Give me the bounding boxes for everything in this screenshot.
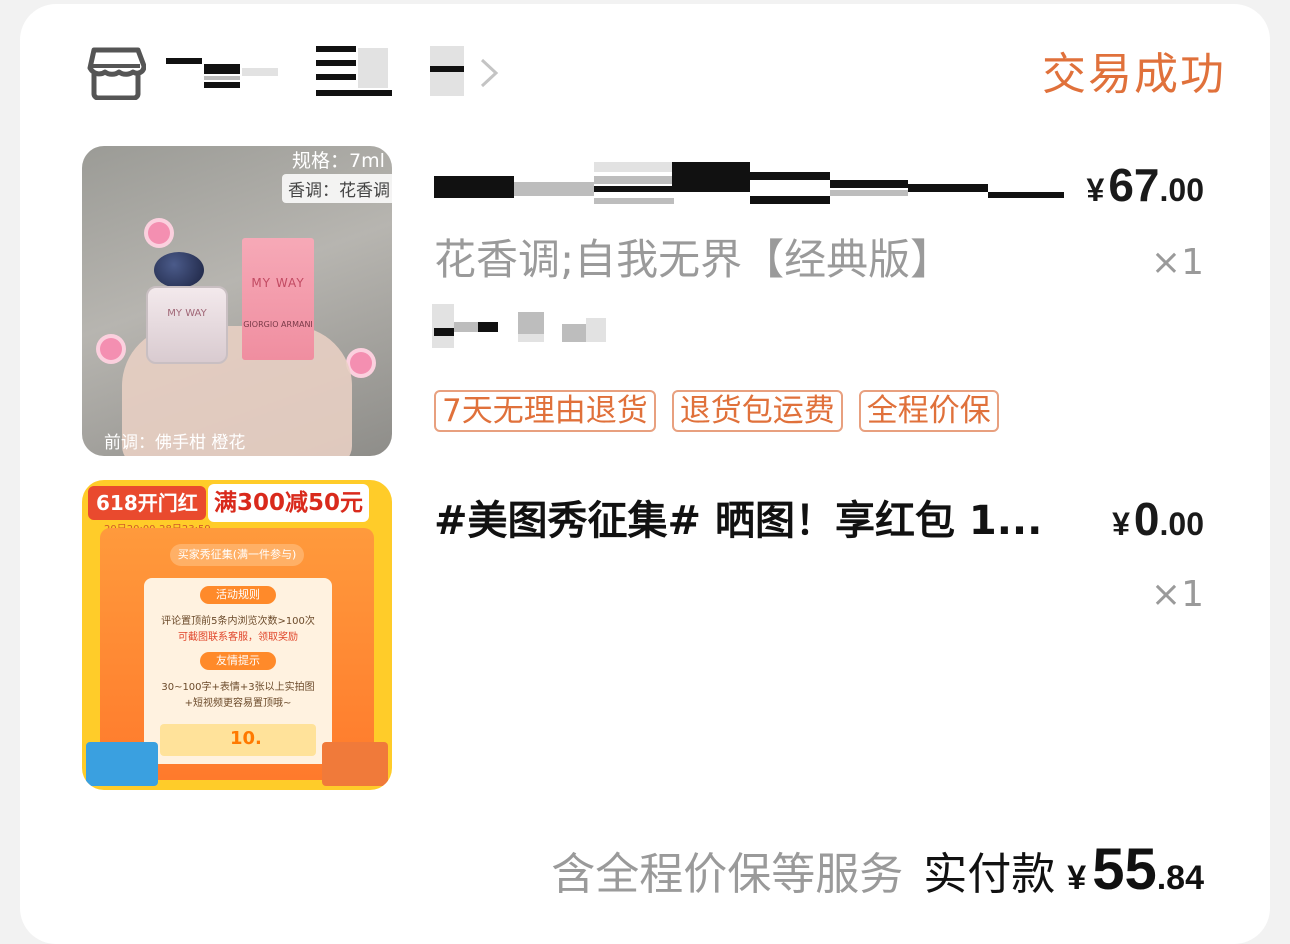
thumb-note-text: 前调：佛手柑 橙花 — [104, 433, 246, 453]
perfume-box-image: MY WAY GIORGIO ARMANI — [242, 238, 314, 360]
item-price: ¥67.00 — [1086, 159, 1204, 211]
item-quantity: ×1 — [1150, 574, 1204, 615]
tag-return-shipping: 退货包运费 — [671, 390, 843, 432]
promo-coupon: 10. — [160, 724, 316, 756]
item-spec: 花香调;自我无界【经典版】 — [434, 235, 953, 284]
promo-banner-discount: 满300减50元 — [208, 484, 370, 522]
tip-line: 30~100字+表情+3张以上实拍图 — [161, 682, 315, 693]
paid-label: 实付款 — [923, 849, 1056, 900]
product-thumbnail-perfume[interactable]: 规格：7ml 香调：花香调 MY WAY GIORGIO ARMANI MY W… — [82, 146, 392, 456]
tip-line: +短视频更容易置顶哦~ — [184, 698, 292, 709]
promo-chip: 买家秀征集(满一件参与) — [170, 544, 304, 566]
flower-sticker-icon — [350, 352, 372, 374]
item-quantity: ×1 — [1150, 242, 1204, 283]
promo-rules-card: 活动规则 评论置顶前5条内浏览次数>100次 可截图联系客服，领取奖励 友情提示… — [144, 578, 332, 764]
gift-box-icon — [86, 742, 158, 786]
item-title-redacted[interactable] — [434, 162, 1074, 206]
perfume-bottle-image: MY WAY — [146, 286, 228, 364]
item-title[interactable]: #美图秀征集# 晒图！享红包 1... — [434, 494, 1124, 548]
store-name[interactable] — [164, 46, 474, 98]
order-card[interactable]: 交易成功 规格：7ml 香调：花香调 MY WAY GIORGIO ARMANI… — [20, 4, 1270, 944]
rule-line: 评论置顶前5条内浏览次数>100次 — [161, 616, 315, 627]
flower-sticker-icon — [148, 222, 170, 244]
tag-7day-return: 7天无理由退货 — [434, 390, 656, 432]
service-tags: 7天无理由退货 退货包运费 全程价保 — [434, 390, 999, 432]
chevron-right-icon[interactable] — [476, 56, 504, 90]
flower-sticker-icon — [100, 338, 122, 360]
order-status: 交易成功 — [1042, 49, 1226, 100]
tag-price-protection: 全程价保 — [858, 390, 999, 432]
gift-box-icon — [322, 742, 388, 786]
promo-banner-618: 618开门红 — [88, 486, 206, 520]
thumb-spec-text: 规格：7ml — [292, 150, 385, 172]
store-icon — [87, 47, 146, 100]
tips-heading: 友情提示 — [200, 652, 276, 670]
total-amount: ¥55.84 — [1067, 837, 1204, 902]
bottle-cap-image — [154, 252, 204, 288]
order-total-row: 含全程价保等服务 实付款 ¥55.84 — [551, 836, 1204, 903]
thumb-tone-label: 香调：花香调 — [282, 174, 392, 203]
product-thumbnail-promo[interactable]: 618开门红 满300减50元 20日20:00-28日23:59 买家秀征集(… — [82, 480, 392, 790]
item-price: ¥0.00 — [1112, 493, 1204, 545]
rule-line: 可截图联系客服，领取奖励 — [178, 632, 298, 643]
service-note: 含全程价保等服务 — [551, 849, 904, 900]
rules-heading: 活动规则 — [200, 586, 276, 604]
item-subinfo-redacted — [432, 304, 612, 348]
